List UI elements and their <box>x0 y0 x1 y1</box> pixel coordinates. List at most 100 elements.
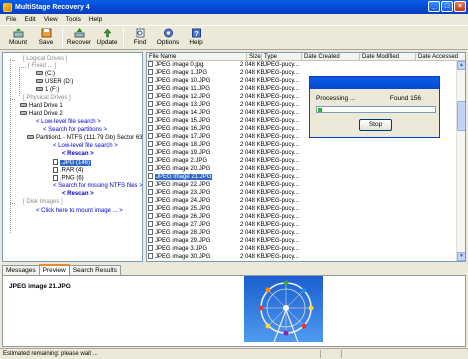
minimize-icon[interactable]: _ <box>428 1 440 12</box>
drive-icon <box>36 79 43 84</box>
file-row[interactable]: JPEG image 30.JPG 2 048 KB JPEG-pucy... <box>147 253 465 261</box>
file-type-cell: JPEG-pucy... <box>264 142 299 148</box>
file-size-cell: 2 048 KB <box>240 62 264 68</box>
file-row[interactable]: JPEG image 19.JPG 2 048 KB JPEG-pucy... <box>147 149 465 157</box>
file-row[interactable]: JPEG image 25.JPG 2 048 KB JPEG-pucy... <box>147 205 465 213</box>
file-row[interactable]: JPEG image 22.JPG 2 048 KB JPEG-pucy... <box>147 181 465 189</box>
file-icon <box>148 213 153 219</box>
find-button[interactable]: Find <box>126 26 154 46</box>
status-separator <box>341 350 342 358</box>
tree-rar[interactable]: .RAR (4) <box>53 167 83 175</box>
tree-png[interactable]: .PNG (6) <box>53 175 84 183</box>
stop-button[interactable]: Stop <box>359 119 392 131</box>
file-size-cell: 2 048 KB <box>240 214 264 220</box>
file-name-cell: JPEG image 3.JPG <box>147 245 247 253</box>
scroll-down-icon[interactable]: ▼ <box>457 252 465 261</box>
tree-logical-drives[interactable]: [ Logical Drives ] <box>23 56 67 63</box>
col-date-accessed[interactable]: Date Accessed <box>416 53 465 61</box>
close-icon[interactable]: × <box>454 1 466 12</box>
window-title: MultiStage Recovery 4 <box>15 3 90 11</box>
col-date-modified[interactable]: Date Modified <box>360 53 416 61</box>
file-icon <box>148 197 153 203</box>
file-size-cell: 2 048 KB <box>240 158 264 164</box>
file-name-cell: JPEG image 14.JPG <box>147 109 247 117</box>
file-row[interactable]: JPEG image 18.JPG 2 048 KB JPEG-pucy... <box>147 141 465 149</box>
file-list-scrollbar[interactable]: ▲ ▼ <box>456 61 465 261</box>
file-row[interactable]: JPEG image 23.JPG 2 048 KB JPEG-pucy... <box>147 189 465 197</box>
tree-hard-drive-2[interactable]: Hard Drive 2 <box>20 111 63 118</box>
app-icon <box>3 2 12 12</box>
file-icon <box>53 175 58 181</box>
menu-file[interactable]: File <box>2 16 20 23</box>
tree-search-partitions[interactable]: < Search for partitions > <box>43 127 107 134</box>
file-row[interactable]: JPEG image 20.JPG 2 048 KB JPEG-pucy... <box>147 165 465 173</box>
tree-hard-drive-1[interactable]: Hard Drive 1 <box>20 103 63 110</box>
file-type-cell: JPEG-pucy... <box>264 70 299 76</box>
file-row[interactable]: JPEG image 27.JPG 2 048 KB JPEG-pucy... <box>147 221 465 229</box>
processing-dialog: Processing ... Found 156 Stop <box>309 76 440 138</box>
preview-panel: JPEG image 21.JPG <box>2 275 466 347</box>
menu-help[interactable]: Help <box>85 16 106 23</box>
menu-edit[interactable]: Edit <box>20 16 39 23</box>
tree-rescan-1[interactable]: < Rescan > <box>62 151 94 158</box>
progress-fill <box>318 108 322 112</box>
find-icon <box>136 28 144 38</box>
menu-view[interactable]: View <box>40 16 62 23</box>
file-icon <box>148 133 153 139</box>
file-size-cell: 2 048 KB <box>240 246 264 252</box>
tree-search-ntfs[interactable]: < Search for missing NTFS files > <box>53 183 142 190</box>
file-type-cell: JPEG-pucy... <box>264 78 299 84</box>
file-name-cell: JPEG image 2.JPG <box>147 157 247 165</box>
file-row[interactable]: JPEG image 21.JPG 2 048 KB JPEG-pucy... <box>147 173 465 181</box>
file-type-cell: JPEG-pucy... <box>264 190 299 196</box>
tab-search-results[interactable]: Search Results <box>68 265 121 275</box>
tab-messages[interactable]: Messages <box>2 265 40 275</box>
file-row[interactable]: JPEG image 2.JPG 2 048 KB JPEG-pucy... <box>147 157 465 165</box>
mount-button[interactable]: Mount <box>4 26 32 46</box>
scroll-up-icon[interactable]: ▲ <box>457 61 465 70</box>
file-row[interactable]: JPEG image 26.JPG 2 048 KB JPEG-pucy... <box>147 213 465 221</box>
tree-rescan-2[interactable]: < Rescan > <box>62 191 94 198</box>
file-name-cell: JPEG image 10.JPG <box>147 77 247 85</box>
save-button[interactable]: Save <box>32 26 60 46</box>
col-type[interactable]: Type <box>262 53 302 61</box>
tree-drive-f[interactable]: 1 (F:) <box>36 87 59 94</box>
tree-jpg[interactable]: .JPG (146) <box>53 159 92 167</box>
file-name-cell: JPEG image 26.JPG <box>147 213 247 221</box>
tree-partition1[interactable]: Partition1 - NTFS (111.79 Gb) Sector 63 <box>27 135 142 142</box>
file-type-cell: JPEG-pucy... <box>264 86 299 92</box>
recover-button[interactable]: Recover <box>65 26 93 46</box>
svg-text:?: ? <box>194 31 198 38</box>
maximize-icon[interactable]: □ <box>441 1 453 12</box>
tree-disk-images[interactable]: [ Disk Images ] <box>23 199 63 206</box>
file-row[interactable]: JPEG image 28.JPG 2 048 KB JPEG-pucy... <box>147 229 465 237</box>
tree-drive-c[interactable]: (C:) <box>36 71 55 78</box>
update-icon <box>102 28 112 38</box>
file-icon <box>148 101 153 107</box>
file-row[interactable]: JPEG image 24.JPG 2 048 KB JPEG-pucy... <box>147 197 465 205</box>
tree-low-level-search[interactable]: < Low-level file search > <box>36 119 101 126</box>
file-name-cell: JPEG image 11.JPG <box>147 85 247 93</box>
options-button[interactable]: Options <box>154 26 182 46</box>
col-size[interactable]: Size <box>247 53 262 61</box>
tree-line <box>10 99 15 100</box>
drive-tree[interactable]: [ Logical Drives ] [ Fixed ... ] (C:) US… <box>2 52 143 262</box>
scroll-thumb[interactable] <box>457 101 465 131</box>
update-button[interactable]: Update <box>93 26 121 46</box>
help-button[interactable]: ? Help <box>182 26 210 46</box>
file-row[interactable]: JPEG image 0.jpg 2 048 KB JPEG-pucy... <box>147 61 465 69</box>
tree-physical-drives[interactable]: [ Physical Drives ] <box>23 95 71 102</box>
col-date-created[interactable]: Date Created <box>302 53 360 61</box>
col-file-name[interactable]: File Name <box>147 53 247 61</box>
tree-fixed[interactable]: [ Fixed ... ] <box>28 63 56 70</box>
tab-preview[interactable]: Preview <box>38 264 70 275</box>
file-name-cell: JPEG image 12.JPG <box>147 93 247 101</box>
tree-mount-image[interactable]: < Click here to mount image ... > <box>36 208 123 215</box>
tree-low-level-search-2[interactable]: < Low-level file search > <box>53 143 118 150</box>
options-icon <box>163 28 173 38</box>
status-separator <box>320 350 321 358</box>
tree-drive-d[interactable]: USER (D:) <box>36 79 73 86</box>
menu-tools[interactable]: Tools <box>62 16 85 23</box>
file-row[interactable]: JPEG image 3.JPG 2 048 KB JPEG-pucy... <box>147 245 465 253</box>
file-row[interactable]: JPEG image 29.JPG 2 048 KB JPEG-pucy... <box>147 237 465 245</box>
